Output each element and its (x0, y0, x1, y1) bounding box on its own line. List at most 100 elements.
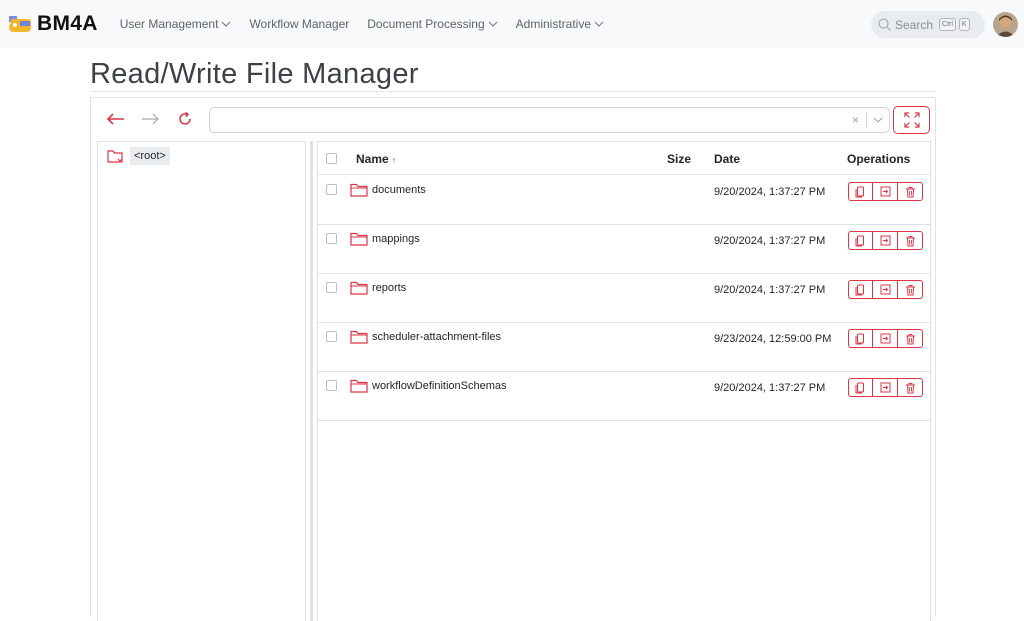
copy-button[interactable] (848, 329, 873, 348)
move-button[interactable] (873, 329, 898, 348)
chevron-down-icon[interactable] (873, 115, 883, 125)
nav-user-management[interactable]: User Management (120, 17, 232, 31)
refresh-icon (179, 111, 191, 125)
pane-splitter[interactable] (310, 141, 313, 621)
row-checkbox[interactable] (326, 380, 337, 391)
nav-document-processing-label: Document Processing (367, 17, 485, 31)
file-date: 9/20/2024, 1:37:27 PM (714, 382, 826, 394)
row-operations (848, 329, 923, 348)
expand-icon (903, 112, 920, 128)
search-icon (878, 18, 891, 31)
trash-icon (905, 186, 915, 197)
row-operations (848, 182, 923, 201)
tree-node-root[interactable]: <root> (107, 147, 170, 165)
file-name: documents (372, 184, 426, 196)
column-header-name[interactable]: Name ↑ (356, 152, 396, 166)
file-row[interactable]: documents 9/20/2024, 1:37:27 PM (318, 175, 930, 225)
file-date: 9/23/2024, 12:59:00 PM (714, 333, 832, 345)
sort-ascending-icon: ↑ (391, 155, 397, 165)
select-all-checkbox[interactable] (326, 153, 337, 164)
file-name-link[interactable]: workflowDefinitionSchemas (350, 379, 507, 393)
trash-icon (905, 235, 915, 246)
delete-button[interactable] (898, 329, 923, 348)
folder-open-icon (107, 149, 123, 163)
move-button[interactable] (873, 182, 898, 201)
copy-button[interactable] (848, 182, 873, 201)
column-header-operations: Operations (847, 152, 911, 166)
move-button[interactable] (873, 280, 898, 299)
move-button[interactable] (873, 378, 898, 397)
copy-button[interactable] (848, 231, 873, 250)
delete-button[interactable] (898, 280, 923, 299)
clear-path-button[interactable]: × (852, 113, 859, 127)
avatar-image (993, 12, 1018, 37)
nav-administrative-label: Administrative (515, 17, 592, 31)
copy-button[interactable] (848, 280, 873, 299)
file-name-link[interactable]: documents (350, 183, 426, 197)
file-date: 9/20/2024, 1:37:27 PM (714, 186, 826, 198)
file-name-link[interactable]: scheduler-attachment-files (350, 330, 501, 344)
nav-workflow-manager[interactable]: Workflow Manager (249, 17, 349, 31)
delete-button[interactable] (898, 182, 923, 201)
row-operations (848, 231, 923, 250)
copy-icon (855, 234, 865, 246)
brand-link[interactable]: BM4A (6, 0, 98, 48)
move-icon (880, 333, 890, 344)
delete-button[interactable] (898, 378, 923, 397)
row-operations (848, 378, 923, 397)
move-icon (880, 382, 890, 393)
nav-user-management-label: User Management (119, 17, 219, 31)
expand-button[interactable] (893, 106, 930, 134)
chevron-down-icon (594, 21, 604, 27)
page-title: Read/Write File Manager (90, 58, 419, 90)
column-name-label: Name (356, 152, 389, 166)
search-button[interactable]: Search Ctrl K (871, 11, 985, 38)
shortcut-key-k: K (958, 18, 970, 31)
copy-icon (855, 185, 865, 197)
arrow-right-icon (142, 113, 159, 125)
file-row[interactable]: reports 9/20/2024, 1:37:27 PM (318, 273, 930, 323)
row-checkbox[interactable] (326, 184, 337, 195)
refresh-button[interactable] (172, 106, 198, 132)
file-name: workflowDefinitionSchemas (372, 380, 507, 392)
column-header-date[interactable]: Date (714, 152, 740, 166)
folder-icon (350, 379, 368, 393)
column-header-size[interactable]: Size (667, 152, 691, 166)
shortcut-key-ctrl: Ctrl (939, 18, 956, 31)
file-list: Name ↑ Size Date Operations documents 9/2… (317, 141, 931, 621)
copy-icon (855, 381, 865, 393)
folder-icon (350, 183, 368, 197)
nav-workflow-manager-label: Workflow Manager (249, 17, 350, 31)
brand-logo-icon (9, 16, 31, 32)
arrow-left-icon (106, 113, 124, 125)
file-row[interactable]: mappings 9/20/2024, 1:37:27 PM (318, 224, 930, 274)
move-icon (880, 235, 890, 246)
path-select[interactable]: × (209, 107, 890, 133)
back-button[interactable] (103, 106, 129, 132)
move-button[interactable] (873, 231, 898, 250)
move-icon (880, 284, 890, 295)
chevron-down-icon (488, 21, 498, 27)
file-date: 9/20/2024, 1:37:27 PM (714, 235, 826, 247)
top-navbar: BM4A User Management Workflow Manager Do… (0, 0, 1024, 48)
user-avatar[interactable] (993, 12, 1018, 37)
row-operations (848, 280, 923, 299)
trash-icon (905, 382, 915, 393)
brand-name: BM4A (37, 12, 98, 35)
forward-button[interactable] (137, 106, 163, 132)
file-date: 9/20/2024, 1:37:27 PM (714, 284, 826, 296)
file-name-link[interactable]: reports (350, 281, 406, 295)
folder-tree: <root> (97, 141, 306, 621)
search-label: Search (895, 17, 934, 32)
row-checkbox[interactable] (326, 233, 337, 244)
file-row[interactable]: scheduler-attachment-files 9/23/2024, 12… (318, 322, 930, 372)
row-checkbox[interactable] (326, 282, 337, 293)
nav-document-processing[interactable]: Document Processing (367, 17, 498, 31)
delete-button[interactable] (898, 231, 923, 250)
tree-node-label: <root> (130, 147, 170, 165)
nav-administrative[interactable]: Administrative (516, 17, 604, 31)
row-checkbox[interactable] (326, 331, 337, 342)
copy-button[interactable] (848, 378, 873, 397)
file-row[interactable]: workflowDefinitionSchemas 9/20/2024, 1:3… (318, 371, 930, 421)
file-name-link[interactable]: mappings (350, 232, 420, 246)
